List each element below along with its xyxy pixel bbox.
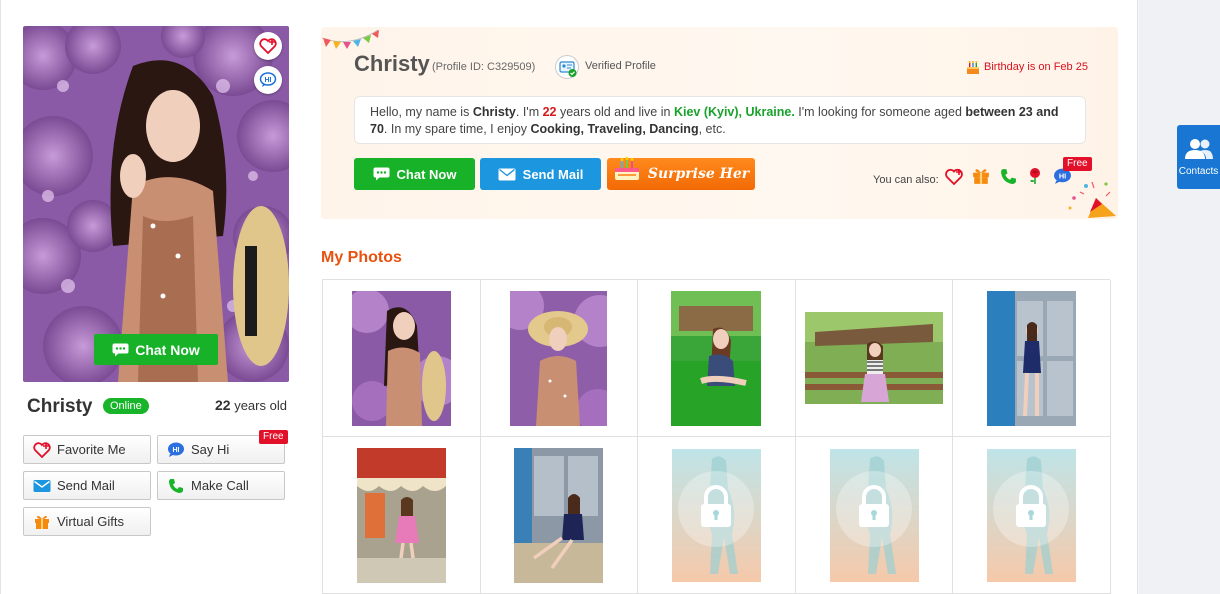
cake-icon: [614, 157, 639, 180]
phone-icon: [1000, 168, 1016, 184]
bio-segment: , etc.: [698, 122, 726, 136]
photo-favorite-button[interactable]: [254, 32, 282, 60]
chat-icon: [373, 167, 390, 181]
gift-icon: [33, 513, 51, 531]
heart-plus-icon: [33, 441, 51, 459]
virtual-gifts-label: Virtual Gifts: [57, 514, 124, 529]
locked-photo[interactable]: [953, 437, 1111, 594]
left-age: 22 years old: [215, 397, 287, 413]
verified-profile-label: Verified Profile: [585, 60, 656, 72]
rose-icon: [1030, 168, 1040, 184]
send-mail-side-label: Send Mail: [57, 478, 115, 493]
bio-hobbies: Cooking, Traveling, Dancing: [530, 122, 699, 136]
you-can-also-label: You can also:: [873, 174, 939, 186]
call-icon-button[interactable]: [998, 166, 1018, 186]
send-mail-button[interactable]: Send Mail: [480, 158, 601, 190]
bio-segment: years old and live in: [556, 105, 674, 119]
chat-icon: [112, 343, 129, 356]
chat-now-label: Chat Now: [396, 166, 457, 182]
hi-bubble-icon: HI: [259, 72, 277, 87]
bio-location: Kiev (Kyiv), Ukraine.: [673, 105, 795, 119]
chat-now-button[interactable]: Chat Now: [354, 158, 475, 190]
mail-icon: [33, 477, 51, 495]
make-call-button[interactable]: Make Call: [157, 471, 285, 500]
photo-chat-now-label: Chat Now: [135, 341, 200, 358]
bio-segment: I'm looking for someone aged: [794, 105, 966, 119]
hi-bubble-icon: HI: [167, 441, 185, 459]
verified-id-icon: [555, 55, 579, 79]
say-hi-free-badge: Free: [1063, 157, 1092, 171]
right-sidebar: [1139, 0, 1220, 594]
bio-segment: Hello, my name is: [370, 105, 473, 119]
gift-icon-button[interactable]: [971, 166, 991, 186]
svg-text:HI: HI: [1058, 171, 1065, 180]
mail-icon: [498, 168, 516, 180]
svg-text:HI: HI: [265, 77, 272, 84]
rose-icon-button[interactable]: [1025, 166, 1045, 186]
photo-thumbnail[interactable]: [480, 437, 639, 594]
contacts-tab[interactable]: Contacts: [1177, 125, 1220, 189]
left-profile-name: Christy: [27, 396, 93, 417]
surprise-her-button[interactable]: Surprise Her: [607, 157, 755, 190]
gift-icon: [973, 169, 989, 184]
photo-grid: [322, 279, 1111, 594]
favorite-me-button[interactable]: Favorite Me: [23, 435, 151, 464]
photo-thumbnail[interactable]: [953, 280, 1111, 437]
heart-plus-icon: [944, 168, 963, 185]
main-profile-photo[interactable]: [23, 26, 289, 382]
profile-id: (Profile ID: C329509): [432, 61, 536, 73]
bio-segment: . I'm: [515, 105, 543, 119]
bio-age: 22: [542, 105, 557, 119]
photo-thumbnail[interactable]: [323, 437, 481, 594]
locked-photo[interactable]: [795, 437, 954, 594]
photo-say-hi-button[interactable]: HI: [254, 66, 282, 94]
virtual-gifts-button[interactable]: Virtual Gifts: [23, 507, 151, 536]
age-number: 22: [215, 397, 231, 413]
bio-text: Hello, my name is Christy. I'm 22 years …: [354, 96, 1086, 144]
photo-chat-now-button[interactable]: Chat Now: [94, 334, 218, 365]
photo-thumbnail[interactable]: [323, 280, 481, 437]
photo-thumbnail[interactable]: [480, 280, 639, 437]
bunting-decoration: [322, 29, 379, 49]
online-badge: Online: [103, 398, 149, 414]
locked-photo[interactable]: [638, 437, 796, 594]
heart-plus-icon: [259, 38, 277, 54]
age-suffix: years old: [230, 398, 287, 413]
contacts-label: Contacts: [1178, 165, 1219, 177]
say-hi-free-tag: Free: [259, 430, 288, 444]
say-hi-label: Say Hi: [191, 442, 230, 457]
profile-name: Christy: [354, 51, 430, 76]
phone-icon: [167, 477, 185, 495]
surprise-her-label: Surprise Her: [647, 166, 750, 182]
birthday-notice: Birthday is on Feb 25: [965, 59, 1088, 75]
party-popper-decoration: [1068, 181, 1116, 218]
photo-thumbnail[interactable]: [795, 280, 954, 437]
bio-segment: . In my spare time, I enjoy: [383, 122, 531, 136]
photo-thumbnail[interactable]: [638, 280, 796, 437]
svg-text:HI: HI: [173, 447, 180, 454]
contacts-icon: [1184, 138, 1213, 159]
make-call-label: Make Call: [191, 478, 249, 493]
cake-icon: [967, 61, 979, 74]
send-mail-side-button[interactable]: Send Mail: [23, 471, 151, 500]
send-mail-label: Send Mail: [522, 166, 584, 182]
bio-name: Christy: [472, 105, 516, 119]
favorite-me-label: Favorite Me: [57, 442, 126, 457]
favorite-icon-button[interactable]: [944, 166, 964, 186]
my-photos-title: My Photos: [321, 249, 402, 266]
birthday-text: Birthday is on Feb 25: [984, 61, 1088, 73]
